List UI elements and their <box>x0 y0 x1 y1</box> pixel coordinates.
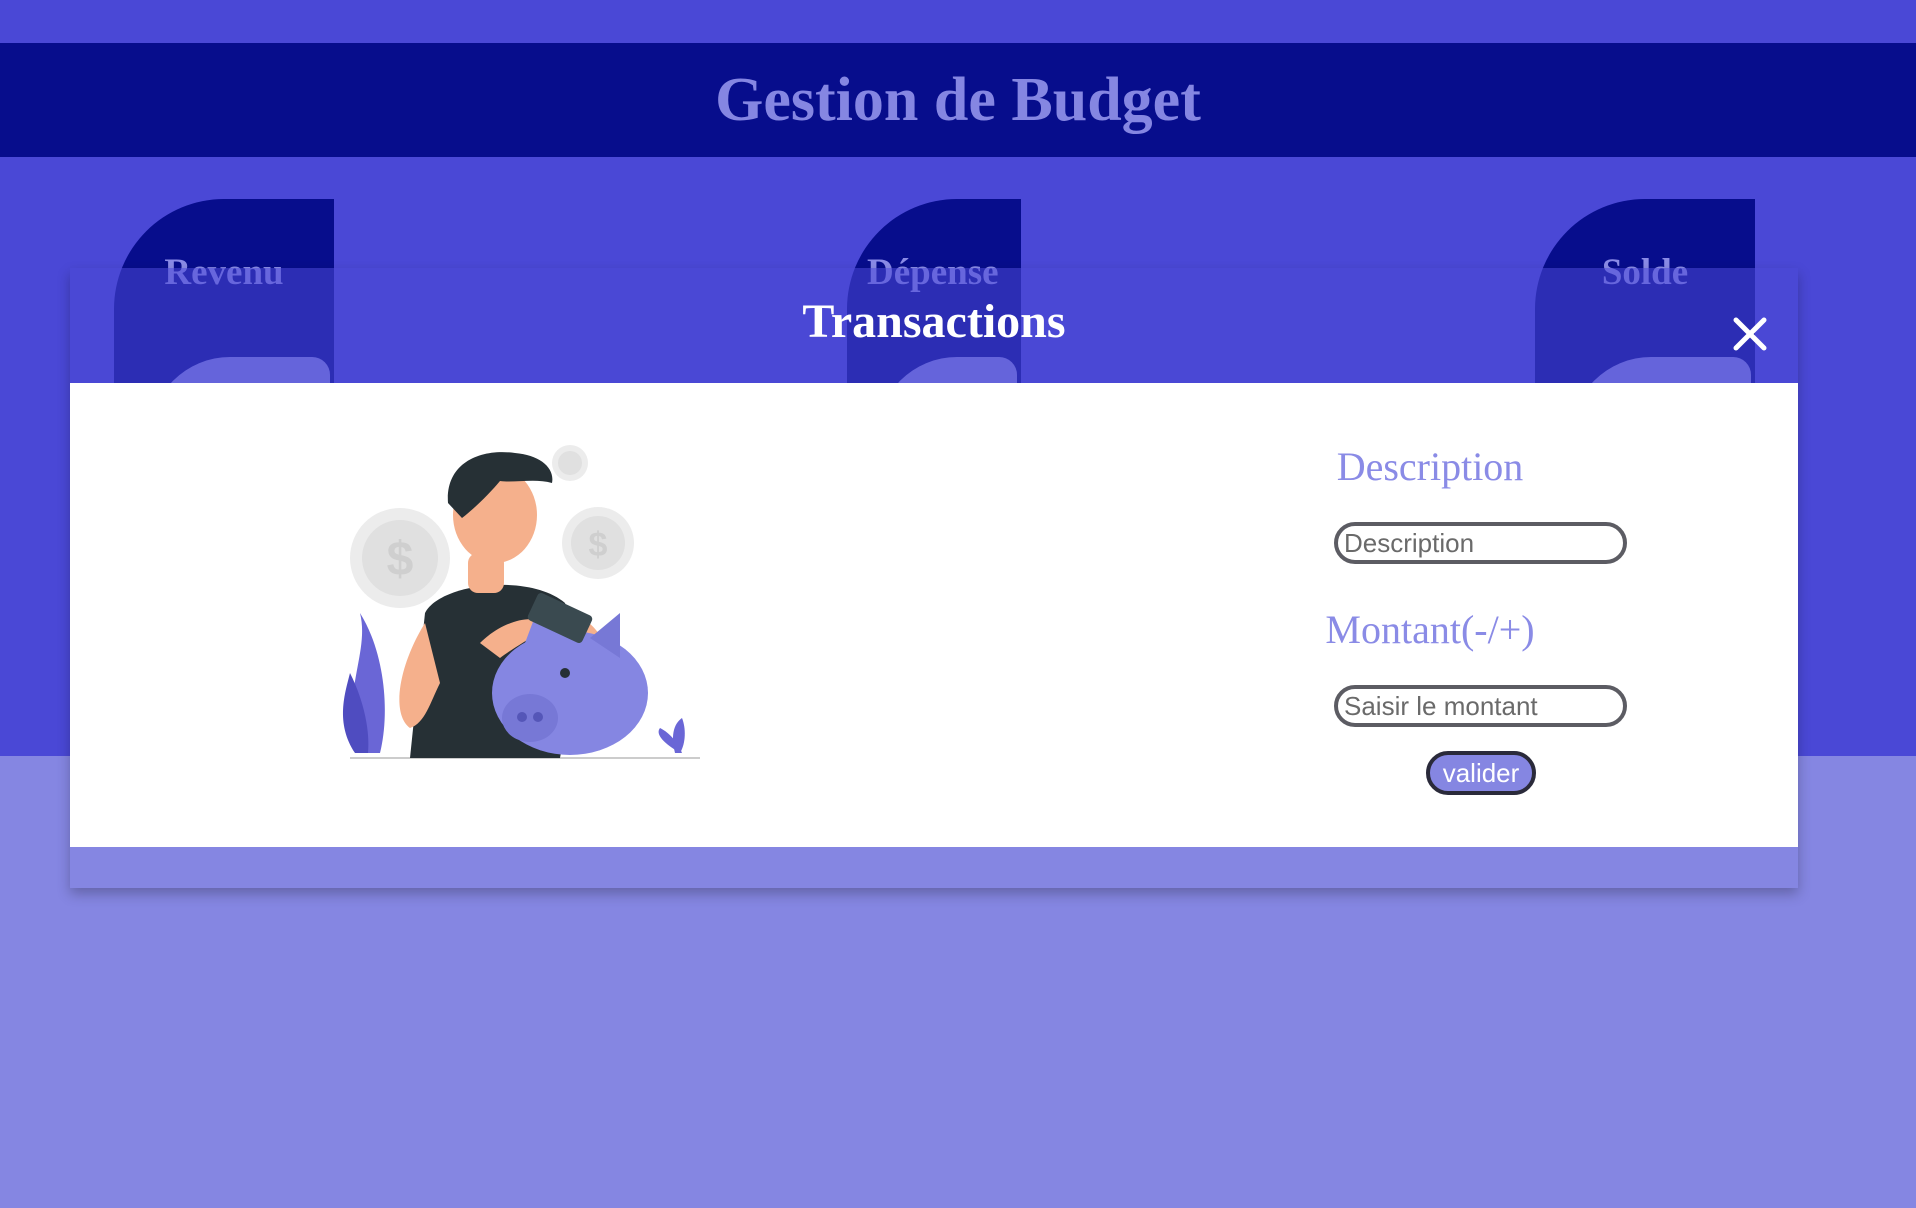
amount-label: Montant(-/+) <box>1325 607 1535 652</box>
description-input[interactable] <box>1334 522 1627 564</box>
app-header: Gestion de Budget <box>0 43 1916 157</box>
close-icon[interactable] <box>1730 314 1770 354</box>
transactions-modal: Transactions $ $ Description Description… <box>70 268 1798 888</box>
transaction-form: Description Montant(-/+) valider <box>1200 383 1660 847</box>
man-piggy-bank-illustration: $ $ <box>330 423 710 783</box>
modal-footer <box>70 847 1798 888</box>
modal-title: Transactions <box>802 295 1066 348</box>
amount-input[interactable] <box>1334 685 1627 727</box>
modal-body: $ $ Description Description Montant(-/+)… <box>70 383 1798 847</box>
app-title: Gestion de Budget <box>715 65 1201 134</box>
svg-text:$: $ <box>387 533 414 586</box>
svg-text:$: $ <box>589 526 608 564</box>
valider-button[interactable]: valider <box>1426 751 1536 795</box>
description-label: Description <box>1336 444 1524 489</box>
modal-header: Transactions <box>70 268 1798 383</box>
